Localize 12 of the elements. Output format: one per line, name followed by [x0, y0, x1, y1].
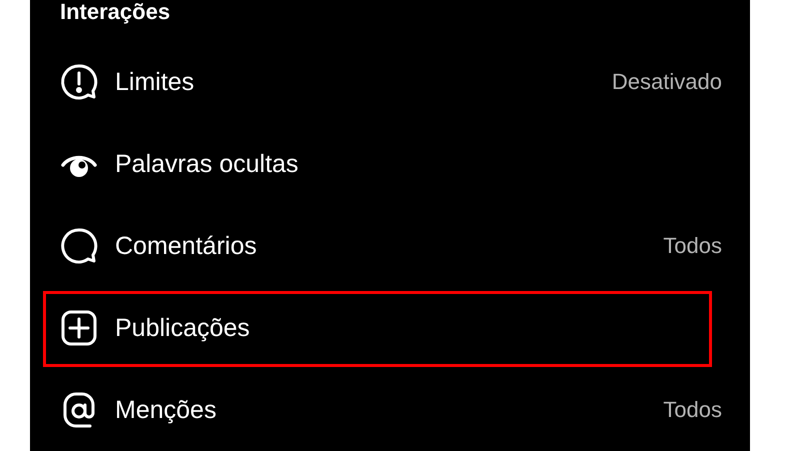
setting-value: Todos — [663, 396, 722, 424]
menu-item[interactable]: Limites — [115, 67, 194, 97]
setting-value: Desativado — [612, 68, 722, 96]
plus-square-icon — [60, 309, 98, 347]
alert-bubble-icon — [60, 63, 98, 101]
menu-item[interactable]: Comentários — [115, 231, 257, 261]
speech-bubble-icon — [60, 227, 98, 265]
menu-item[interactable]: Palavras ocultas — [115, 149, 298, 179]
setting-value: Todos — [663, 232, 722, 260]
menu-item[interactable]: Menções — [115, 395, 216, 425]
section-title: Interações — [60, 0, 170, 24]
menu-item[interactable]: Publicações — [115, 313, 250, 343]
